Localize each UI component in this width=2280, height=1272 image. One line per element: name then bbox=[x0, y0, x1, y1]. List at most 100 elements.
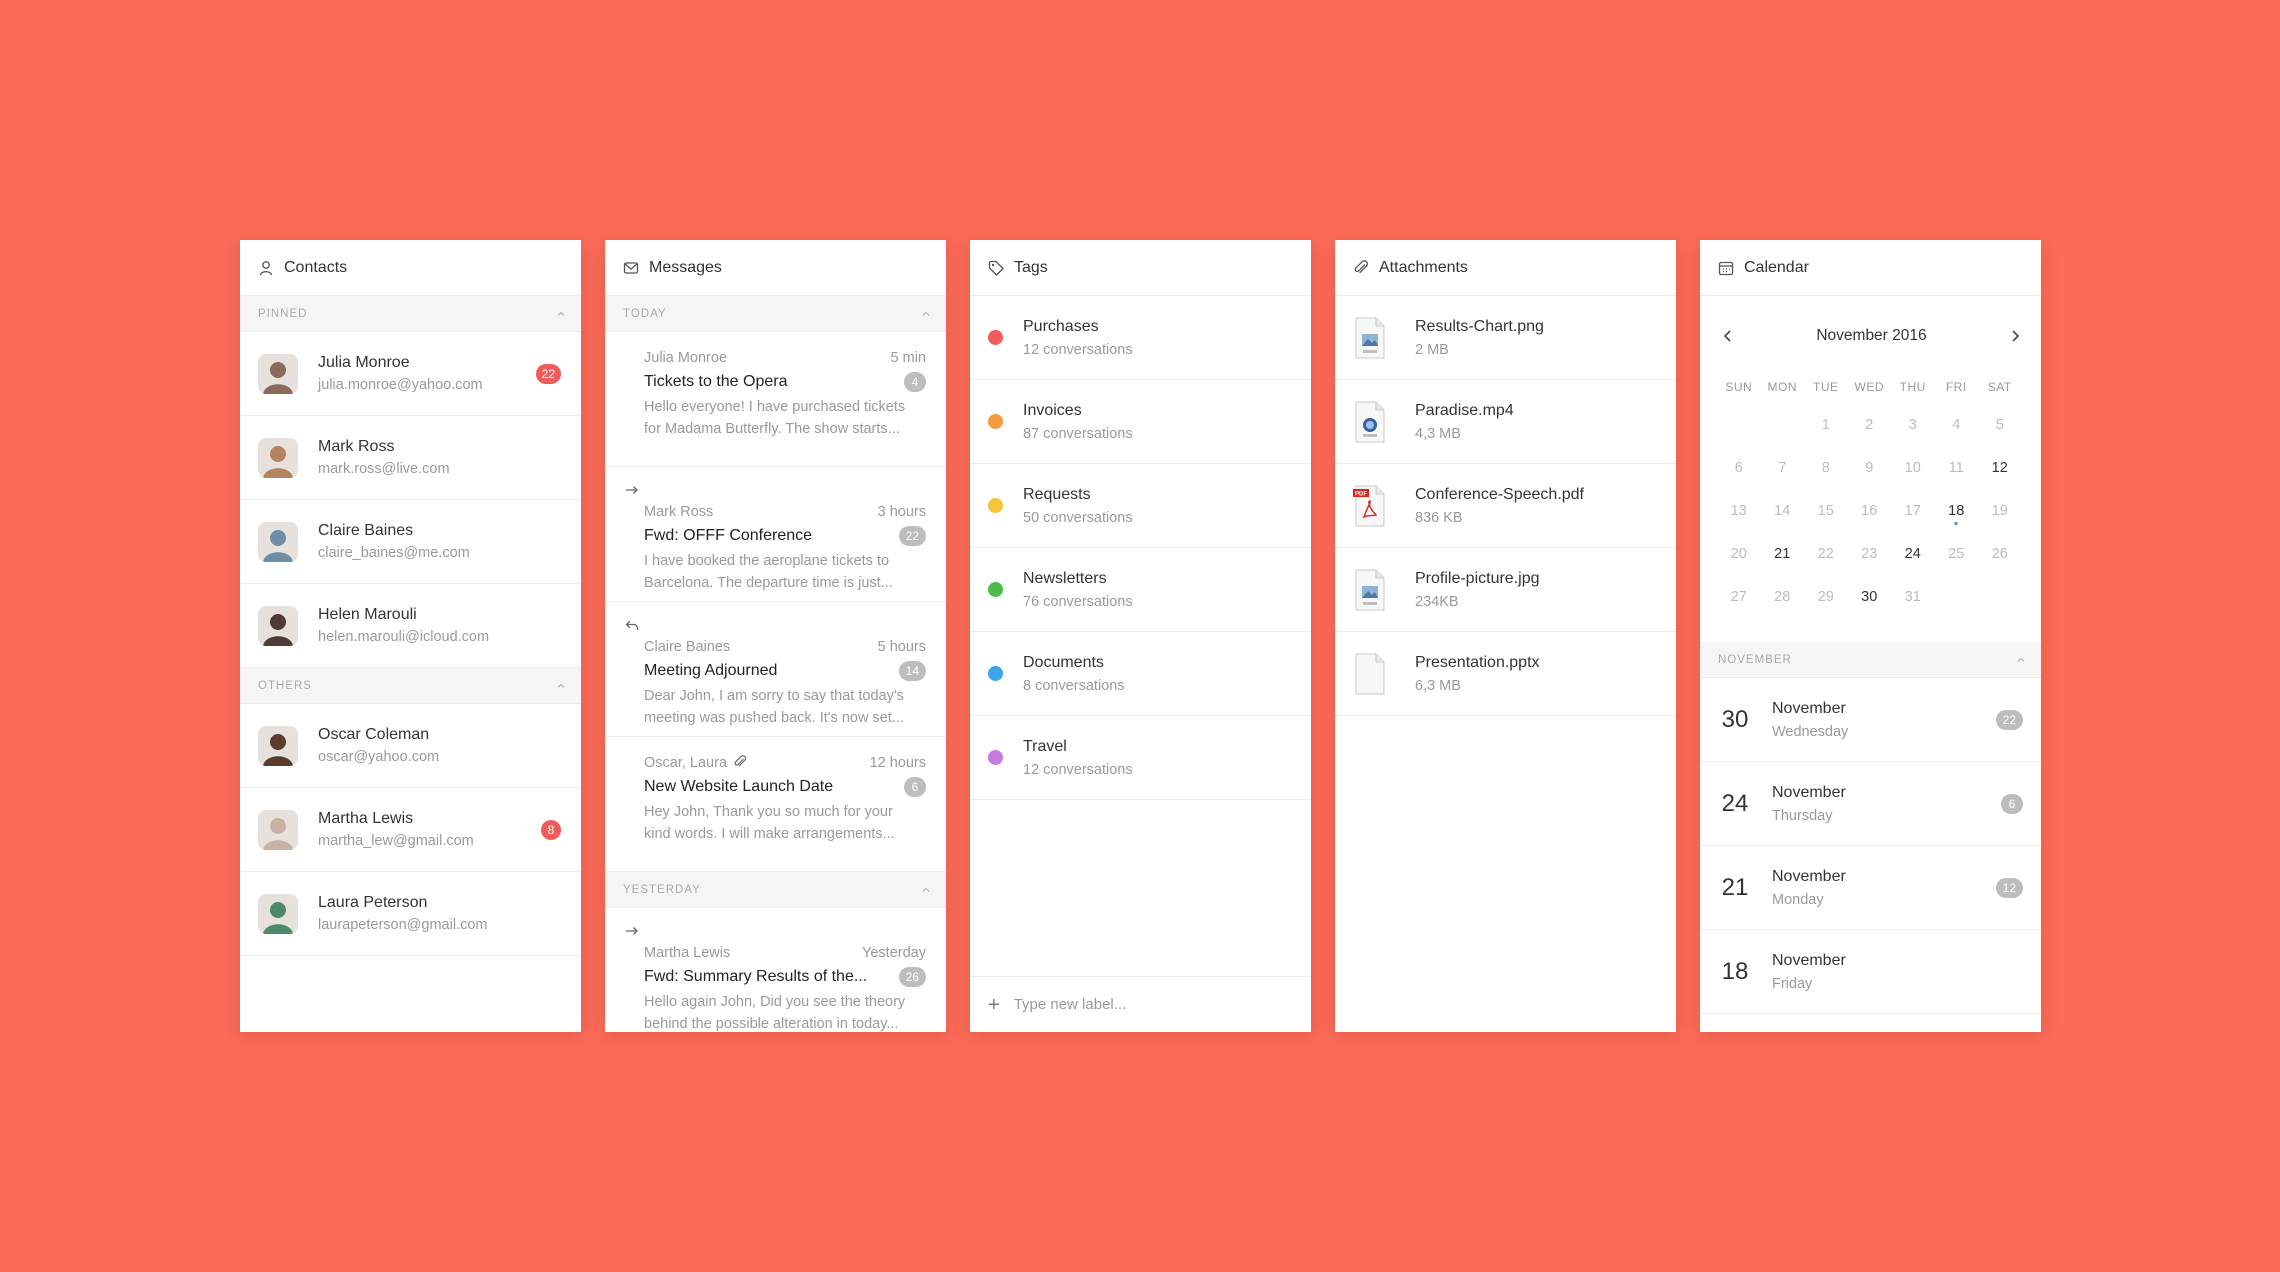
contact-row[interactable]: Oscar Coleman oscar@yahoo.com bbox=[240, 704, 581, 788]
calendar-day[interactable]: 4 bbox=[1935, 410, 1979, 453]
chevron-up-icon[interactable] bbox=[555, 680, 567, 692]
tag-item[interactable]: Invoices 87 conversations bbox=[970, 380, 1311, 464]
today-label: TODAY bbox=[623, 307, 667, 320]
chevron-up-icon[interactable] bbox=[555, 308, 567, 320]
chevron-right-icon[interactable] bbox=[2009, 329, 2021, 343]
attachment-item[interactable]: PDF Conference-Speech.pdf 836 KB bbox=[1335, 464, 1676, 548]
calendar-day[interactable]: 13 bbox=[1717, 496, 1761, 539]
message-preview: Dear John, I am sorry to say that today'… bbox=[625, 685, 926, 729]
calendar-day[interactable]: 20 bbox=[1717, 539, 1761, 582]
calendar-day[interactable]: 30 bbox=[1848, 582, 1892, 625]
avatar bbox=[258, 521, 298, 562]
attachment-item[interactable]: Presentation.pptx 6,3 MB bbox=[1335, 632, 1676, 716]
event-day-item[interactable]: 30 November Wednesday 22 bbox=[1700, 678, 2041, 762]
chevron-up-icon[interactable] bbox=[2015, 654, 2027, 666]
paperclip-icon bbox=[727, 755, 747, 771]
calendar-day[interactable]: 11 bbox=[1935, 453, 1979, 496]
tag-item[interactable]: Travel 12 conversations bbox=[970, 716, 1311, 800]
message-preview-line: Hello everyone! I have purchased tickets bbox=[644, 399, 906, 415]
tag-count: 87 conversations bbox=[1023, 425, 1133, 442]
calendar-day[interactable]: 27 bbox=[1717, 582, 1761, 625]
calendar-day[interactable]: 28 bbox=[1761, 582, 1805, 625]
attachment-size: 6,3 MB bbox=[1415, 677, 1461, 694]
calendar-day-empty bbox=[1978, 582, 2022, 625]
contact-name: Martha Lewis bbox=[318, 809, 414, 827]
chevron-up-icon[interactable] bbox=[920, 884, 932, 896]
contact-row[interactable]: Helen Marouli helen.marouli@icloud.com bbox=[240, 584, 581, 668]
contact-name: Julia Monroe bbox=[318, 353, 410, 371]
event-day-item[interactable]: 21 November Monday 12 bbox=[1700, 846, 2041, 930]
blank-file-icon bbox=[1353, 653, 1387, 695]
message-item[interactable]: Martha Lewis Yesterday Fwd: Summary Result… bbox=[605, 908, 946, 1032]
calendar-day[interactable]: 26 bbox=[1978, 539, 2022, 582]
event-text: November Monday bbox=[1772, 865, 1846, 911]
calendar-day[interactable]: 19 bbox=[1978, 496, 2022, 539]
contact-name: Laura Peterson bbox=[318, 893, 428, 911]
message-item[interactable]: Julia Monroe 5 min Tickets to the Opera 4 He… bbox=[605, 332, 946, 467]
event-day-item[interactable]: 24 November Thursday 6 bbox=[1700, 762, 2041, 846]
yesterday-section-header[interactable]: YESTERDAY bbox=[605, 872, 946, 908]
message-item[interactable]: Mark Ross 3 hours Fwd: OFFF Conference 22 I … bbox=[605, 467, 946, 602]
chevron-up-icon[interactable] bbox=[920, 308, 932, 320]
tag-item[interactable]: Newsletters 76 conversations bbox=[970, 548, 1311, 632]
calendar-day[interactable]: 16 bbox=[1848, 496, 1892, 539]
pdf-file-icon: PDF bbox=[1353, 485, 1387, 527]
today-section-header[interactable]: TODAY bbox=[605, 296, 946, 332]
attachments-header: Attachments bbox=[1335, 240, 1676, 296]
calendar-day[interactable]: 6 bbox=[1717, 453, 1761, 496]
attachment-item[interactable]: Profile-picture.jpg 234KB bbox=[1335, 548, 1676, 632]
calendar-day[interactable]: 23 bbox=[1848, 539, 1892, 582]
event-text: November Friday bbox=[1772, 949, 1846, 995]
calendar-day[interactable]: 24 bbox=[1891, 539, 1935, 582]
contact-row[interactable]: Julia Monroe julia.monroe@yahoo.com 22 bbox=[240, 332, 581, 416]
tags-title: Tags bbox=[1014, 258, 1048, 276]
attachment-text: Results-Chart.png 2 MB bbox=[1415, 315, 1544, 361]
tag-count: 8 conversations bbox=[1023, 677, 1125, 694]
pinned-section-header[interactable]: PINNED bbox=[240, 296, 581, 332]
contact-name: Oscar Coleman bbox=[318, 725, 430, 743]
attachment-name: Paradise.mp4 bbox=[1415, 401, 1514, 419]
calendar-day[interactable]: 18 bbox=[1935, 496, 1979, 539]
calendar-day[interactable]: 21 bbox=[1761, 539, 1805, 582]
calendar-day[interactable]: 5 bbox=[1978, 410, 2022, 453]
others-section-header[interactable]: OTHERS bbox=[240, 668, 581, 704]
event-text: November Thursday bbox=[1772, 781, 1846, 827]
attachment-text: Conference-Speech.pdf 836 KB bbox=[1415, 483, 1584, 529]
november-section-header[interactable]: NOVEMBER bbox=[1700, 642, 2041, 678]
calendar-day[interactable]: 31 bbox=[1891, 582, 1935, 625]
contact-row[interactable]: Claire Baines claire_baines@me.com bbox=[240, 500, 581, 584]
calendar-day[interactable]: 29 bbox=[1804, 582, 1848, 625]
chevron-left-icon[interactable] bbox=[1722, 329, 1734, 343]
reply-arrow-icon bbox=[625, 619, 639, 636]
calendar-title: Calendar bbox=[1744, 258, 1809, 276]
calendar-day[interactable]: 9 bbox=[1848, 453, 1892, 496]
calendar-day[interactable]: 2 bbox=[1848, 410, 1892, 453]
tag-item[interactable]: Requests 50 conversations bbox=[970, 464, 1311, 548]
calendar-day[interactable]: 8 bbox=[1804, 453, 1848, 496]
calendar-day[interactable]: 14 bbox=[1761, 496, 1805, 539]
calendar-day[interactable]: 10 bbox=[1891, 453, 1935, 496]
calendar-day[interactable]: 15 bbox=[1804, 496, 1848, 539]
message-item[interactable]: Oscar, Laura 12 hours New Website Launch D… bbox=[605, 737, 946, 872]
plus-icon[interactable]: + bbox=[988, 995, 1000, 1015]
contact-row[interactable]: Mark Ross mark.ross@live.com bbox=[240, 416, 581, 500]
contact-row[interactable]: Martha Lewis martha_lew@gmail.com 8 bbox=[240, 788, 581, 872]
attachment-item[interactable]: Paradise.mp4 4,3 MB bbox=[1335, 380, 1676, 464]
event-day-item[interactable]: 18 November Friday bbox=[1700, 930, 2041, 1014]
calendar-day[interactable]: 22 bbox=[1804, 539, 1848, 582]
new-label-input[interactable]: + Type new label... bbox=[970, 976, 1311, 1032]
new-label-placeholder[interactable]: Type new label... bbox=[1014, 996, 1127, 1013]
calendar-day[interactable]: 7 bbox=[1761, 453, 1805, 496]
attachment-item[interactable]: Results-Chart.png 2 MB bbox=[1335, 296, 1676, 380]
forward-arrow-icon bbox=[625, 925, 639, 942]
calendar-day[interactable]: 17 bbox=[1891, 496, 1935, 539]
tag-item[interactable]: Documents 8 conversations bbox=[970, 632, 1311, 716]
contact-row[interactable]: Laura Peterson laurapeterson@gmail.com bbox=[240, 872, 581, 956]
calendar-day[interactable]: 12 bbox=[1978, 453, 2022, 496]
calendar-day[interactable]: 3 bbox=[1891, 410, 1935, 453]
calendar-day[interactable]: 1 bbox=[1804, 410, 1848, 453]
calendar-day[interactable]: 25 bbox=[1935, 539, 1979, 582]
tag-color-dot bbox=[988, 330, 1003, 345]
message-item[interactable]: Claire Baines 5 hours Meeting Adjourned 14 D… bbox=[605, 602, 946, 737]
tag-item[interactable]: Purchases 12 conversations bbox=[970, 296, 1311, 380]
